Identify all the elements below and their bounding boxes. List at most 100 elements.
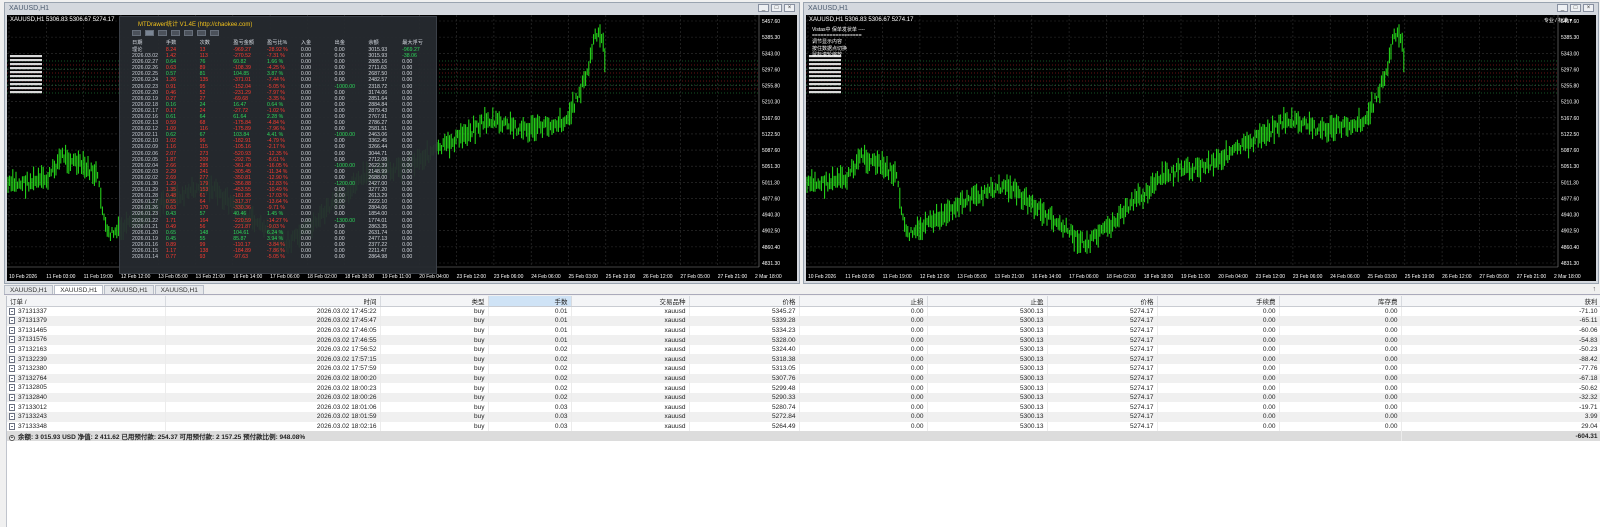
mtdrawer-tabs [120,29,436,39]
window-title-bar[interactable]: XAUUSD,H1 _ □ × [5,3,799,14]
mtd-cell: 2864.98 [368,254,388,261]
position-row[interactable]: 37131337 2026.03.02 17:45:22 buy 0.01 xauusd… [7,306,1600,317]
mtdrawer-tab[interactable] [158,30,167,36]
mtdrawer-tab[interactable] [171,30,180,36]
position-row[interactable]: 37132764 2026.03.02 18:00:20 buy 0.02 xauusd… [7,373,1600,384]
order-id: 37133348 [18,423,47,431]
column-header[interactable]: 订单 / [7,296,166,307]
minimize-icon[interactable]: _ [1557,4,1568,12]
time-axis-label: 18 Feb 18:00 [1144,274,1174,280]
chart-window-left[interactable]: XAUUSD,H1 _ □ × XAUUSD,H1 5306.83 5306.6… [4,2,800,284]
mtdrawer-tab[interactable] [184,30,193,36]
tab-chart-3[interactable]: XAUUSD,H1 [104,285,154,294]
time-axis-label: 18 Feb 02:00 [1106,274,1136,280]
order-id: 37131465 [18,327,47,335]
position-cell: 5272.84 [689,412,800,422]
display-mode-label[interactable]: 专业 / 标准 ▾ [1544,17,1572,24]
price-chart[interactable]: XAUUSD,H1 5306.83 5306.67 5274.17 专业 / 标… [806,15,1596,281]
position-row[interactable]: 37132239 2026.03.02 17:57:15 buy 0.02 xauusd… [7,354,1600,365]
column-header[interactable]: 止盈 [927,296,1048,307]
position-cell: 0.01 [488,335,572,345]
position-cell: xauusd [571,335,690,345]
panel-scroll-icon[interactable]: ↑ [1593,286,1597,293]
balance-expand-icon[interactable]: + [9,434,15,441]
column-header[interactable]: 手数 [488,296,572,307]
position-row[interactable]: 37131379 2026.03.02 17:45:47 buy 0.01 xauusd… [7,316,1600,326]
order-label [10,67,42,70]
position-row[interactable]: 37132163 2026.03.02 17:56:52 buy 0.02 xauusd… [7,344,1600,355]
mtdrawer-tab[interactable] [132,30,141,36]
position-cell: 5300.13 [927,421,1048,432]
position-row[interactable]: 37132805 2026.03.02 18:00:23 buy 0.02 xauusd… [7,383,1600,393]
mtd-row: 2026.01.14 0.77 93 -97.63 -5.05 % 0.00 0.00 286… [132,254,436,260]
position-cell: buy [380,316,489,326]
mtd-cell: 0.77 [165,254,176,261]
mtd-cell: 2026.01.14 [132,254,158,261]
position-row[interactable]: 37133012 2026.03.02 18:01:06 buy 0.03 xauusd… [7,402,1600,413]
column-header[interactable]: 类型 [380,296,489,307]
order-id: 37132764 [18,375,47,383]
position-row[interactable]: 37131465 2026.03.02 17:46:05 buy 0.01 xauusd… [7,325,1600,336]
price-axis-label: 4860.40 [1561,245,1579,251]
order-label [809,83,841,86]
price-chart[interactable]: XAUUSD,H1 5306.83 5306.67 5274.17 5457.6… [7,15,797,281]
mtd-row: 理论 8.24 13 -969.27 -28.92 % 0.00 0.00 3015.93 -9… [132,46,436,54]
column-header[interactable]: 手续费 [1157,296,1280,307]
window-title-bar[interactable]: XAUUSD,H1 _ □ × [804,3,1598,14]
time-axis-label: 18 Feb 02:00 [307,274,337,280]
position-cell: 5274.17 [1047,364,1158,374]
mtd-cell: 0.00 [300,254,311,261]
order-id: 37132380 [18,365,47,373]
position-cell: 2026.03.02 17:46:05 [165,325,381,336]
order-id: 37131379 [18,317,47,325]
position-row[interactable]: 37132840 2026.03.02 18:00:26 buy 0.02 xauusd… [7,392,1600,403]
position-row[interactable]: 37131576 2026.03.02 17:46:55 buy 0.01 xauusd… [7,335,1600,345]
order-icon [9,307,15,315]
close-icon[interactable]: × [1583,4,1594,12]
position-cell: 5307.76 [689,373,800,384]
position-cell: 0.00 [1279,421,1402,432]
column-header[interactable]: 交易品种 [571,296,690,307]
time-axis-label: 11 Feb 03:00 [46,274,75,280]
column-header[interactable]: 获利 [1401,296,1600,307]
maximize-icon[interactable]: □ [1570,4,1581,12]
position-row[interactable]: 37132380 2026.03.02 17:57:59 buy 0.02 xauusd… [7,364,1600,374]
close-icon[interactable]: × [784,4,795,12]
position-cell: -71.10 [1401,306,1600,317]
balance-summary-row: + 余额: 3 015.93 USD 净值: 2 411.62 已用预付款: 25… [7,431,1600,442]
price-axis-label: 4902.50 [762,229,780,235]
price-axis-label: 5385.30 [762,35,780,41]
time-axis-label: 17 Feb 06:00 [270,274,300,280]
position-cell: 0.00 [1157,402,1280,413]
mtd-cell: -969.27 [233,46,251,53]
mtd-column-header: 出金 [334,40,345,46]
time-axis-label: 26 Feb 12:00 [1442,274,1472,280]
order-label [809,75,841,78]
tab-chart-4[interactable]: XAUUSD,H1 [154,285,204,294]
position-cell: 2026.03.02 18:00:20 [165,373,381,384]
mtdrawer-tab[interactable] [197,30,206,36]
position-row[interactable]: 37133348 2026.03.02 18:02:16 buy 0.03 xauusd… [7,421,1600,432]
minimize-icon[interactable]: _ [758,4,769,12]
column-header[interactable]: 止损 [799,296,928,307]
order-label [10,79,42,82]
mtdrawer-tab[interactable] [210,30,219,36]
tab-chart-2[interactable]: XAUUSD,H1 [54,285,104,294]
column-header[interactable]: 时间 [165,296,381,307]
column-header[interactable]: 价格 [689,296,800,307]
position-cell: 5274.17 [1047,383,1158,393]
mtdrawer-tab[interactable] [145,30,154,36]
trade-terminal-panel: 订单 / 时间 类型 手数 交易品种 价格 止损 止盈 价格 手续费 库存费 获利 37131337 2… [6,296,1600,527]
position-row[interactable]: 37133243 2026.03.02 18:01:59 buy 0.03 xauusd… [7,412,1600,422]
column-header[interactable]: 库存费 [1279,296,1402,307]
time-axis-label: 18 Feb 18:00 [345,274,375,280]
maximize-icon[interactable]: □ [771,4,782,12]
column-header[interactable]: 价格 [1047,296,1158,307]
chart-window-right[interactable]: XAUUSD,H1 _ □ × XAUUSD,H1 5306.83 5306.6… [803,2,1599,284]
position-cell: 5345.27 [689,306,800,317]
mtdrawer-statistics-panel[interactable]: MTDrawer统计 V1.4E (http://chaokee.com) 日期… [119,16,437,274]
total-profit: -604.31 [1401,431,1600,442]
time-axis-label: 25 Feb 03:00 [1368,274,1398,280]
mtd-cell: 0.00 [300,46,311,53]
tab-chart-1[interactable]: XAUUSD,H1 [4,285,54,294]
